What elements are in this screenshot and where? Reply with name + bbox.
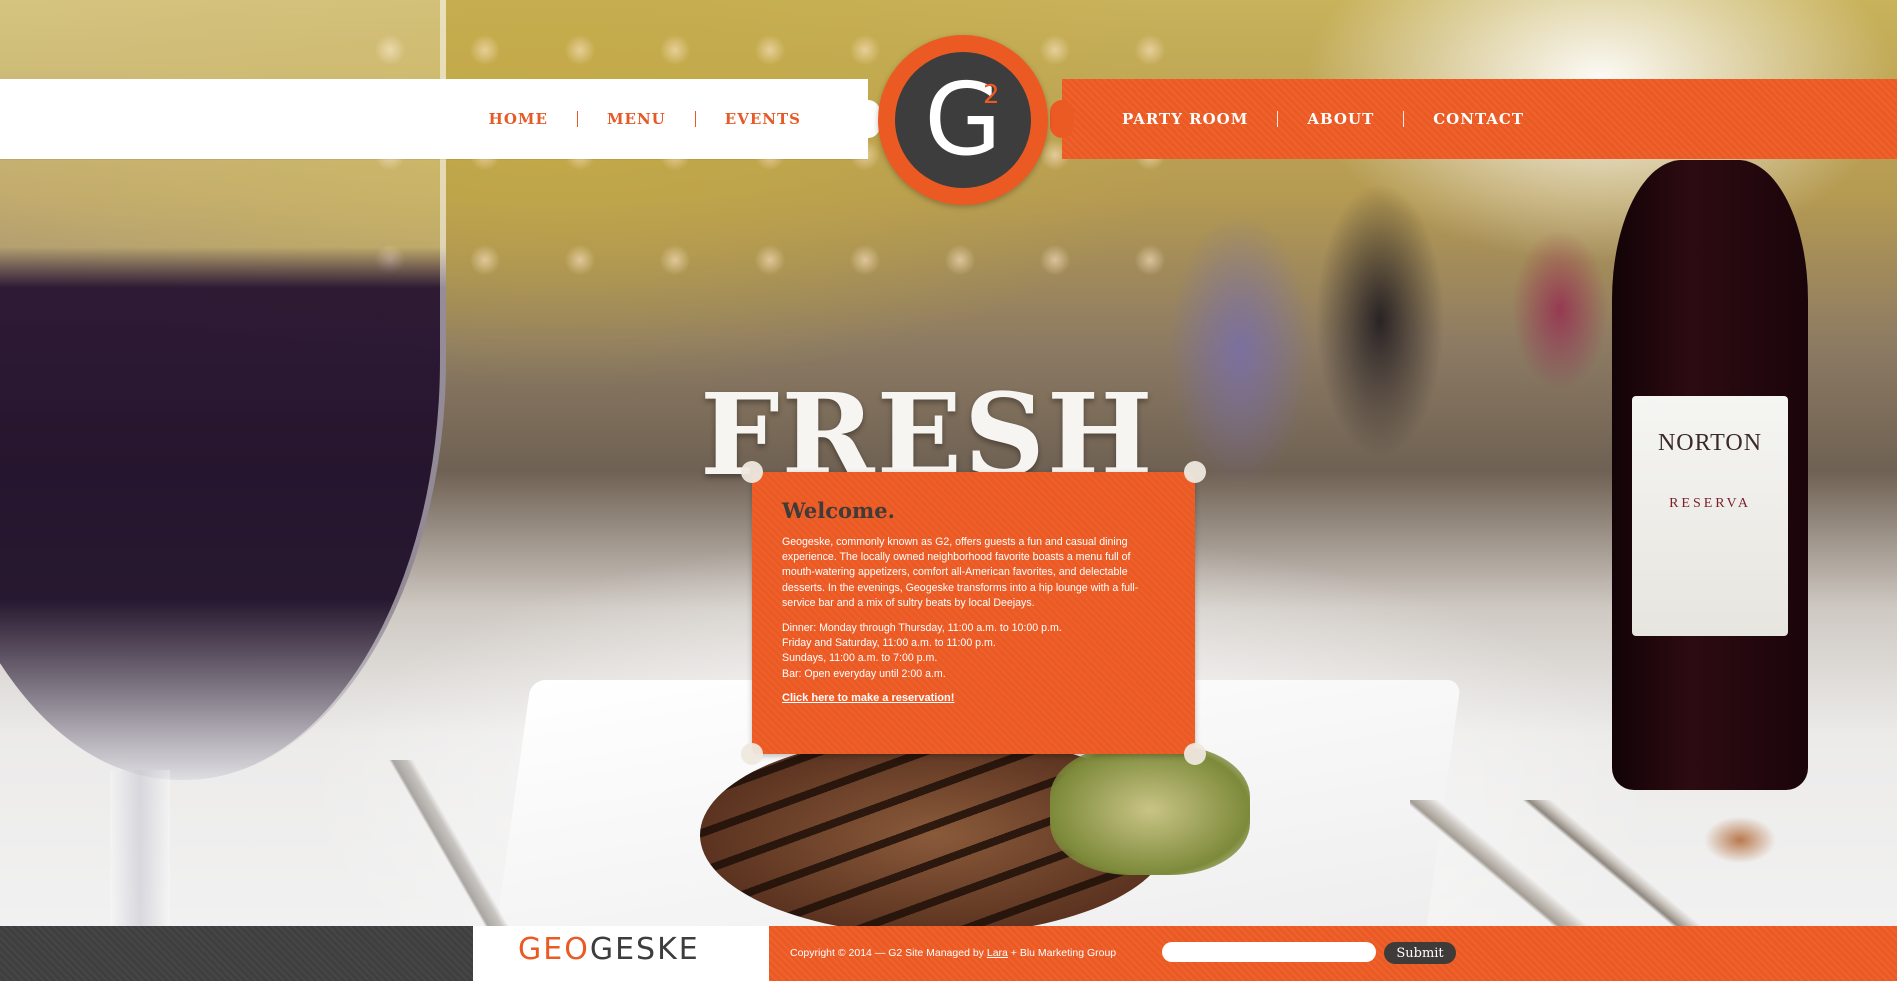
- nav-about[interactable]: ABOUT: [1278, 79, 1403, 159]
- hours-bar: Bar: Open everyday until 2:00 a.m.: [782, 667, 946, 680]
- logo-letter: G: [924, 61, 1002, 178]
- newsletter-input[interactable]: [1162, 942, 1376, 962]
- hours-weekend: Friday and Saturday, 11:00 a.m. to 11:00…: [782, 637, 996, 650]
- card-notch: [1184, 461, 1206, 483]
- bottle-brand: NORTON: [1657, 430, 1763, 456]
- nav-home[interactable]: HOME: [460, 79, 577, 159]
- main-nav-right: PARTY ROOM ABOUT CONTACT: [1093, 79, 1553, 159]
- footer-left-panel: [0, 926, 473, 981]
- nav-contact[interactable]: CONTACT: [1404, 79, 1553, 159]
- hours-dinner: Dinner: Monday through Thursday, 11:00 a…: [782, 622, 1062, 635]
- card-notch: [741, 743, 763, 765]
- welcome-title: Welcome.: [782, 498, 895, 523]
- submit-button[interactable]: Submit: [1384, 942, 1456, 964]
- copyright-suffix: + Blu Marketing Group: [1007, 947, 1117, 959]
- hours-sunday: Sundays, 11:00 a.m. to 7:00 p.m.: [782, 652, 938, 665]
- nav-notch: [856, 100, 880, 138]
- page: NORTON RESERVA HOME MENU EVENTS PARTY RO…: [0, 0, 1897, 981]
- copyright-prefix: Copyright © 2014 — G2 Site Managed by: [790, 947, 987, 959]
- reservation-link[interactable]: Click here to make a reservation!: [782, 692, 954, 704]
- copyright-text: Copyright © 2014 — G2 Site Managed by La…: [790, 947, 1116, 959]
- pasta: [1050, 745, 1250, 875]
- nav-menu[interactable]: MENU: [578, 79, 695, 159]
- nav-party-room[interactable]: PARTY ROOM: [1093, 79, 1277, 159]
- card-notch: [1184, 743, 1206, 765]
- footer-logo-geske: GESKE: [589, 932, 700, 967]
- welcome-description: Geogeske, commonly known as G2, offers g…: [782, 536, 1139, 609]
- copyright-link-lara[interactable]: Lara: [987, 947, 1008, 959]
- footer-logo-geo: GEO: [518, 932, 590, 967]
- footer-logo[interactable]: GEOGESKE: [518, 935, 700, 965]
- card-notch: [741, 461, 763, 483]
- logo-superscript: 2: [983, 80, 1000, 110]
- welcome-card: Welcome. Geogeske, commonly known as G2,…: [741, 461, 1206, 765]
- wine-bottle-label: NORTON RESERVA: [1632, 396, 1788, 636]
- bottle-subtitle: RESERVA: [1669, 496, 1751, 511]
- nav-events[interactable]: EVENTS: [696, 79, 830, 159]
- nav-notch: [1050, 100, 1074, 138]
- main-nav-left: HOME MENU EVENTS: [460, 79, 830, 159]
